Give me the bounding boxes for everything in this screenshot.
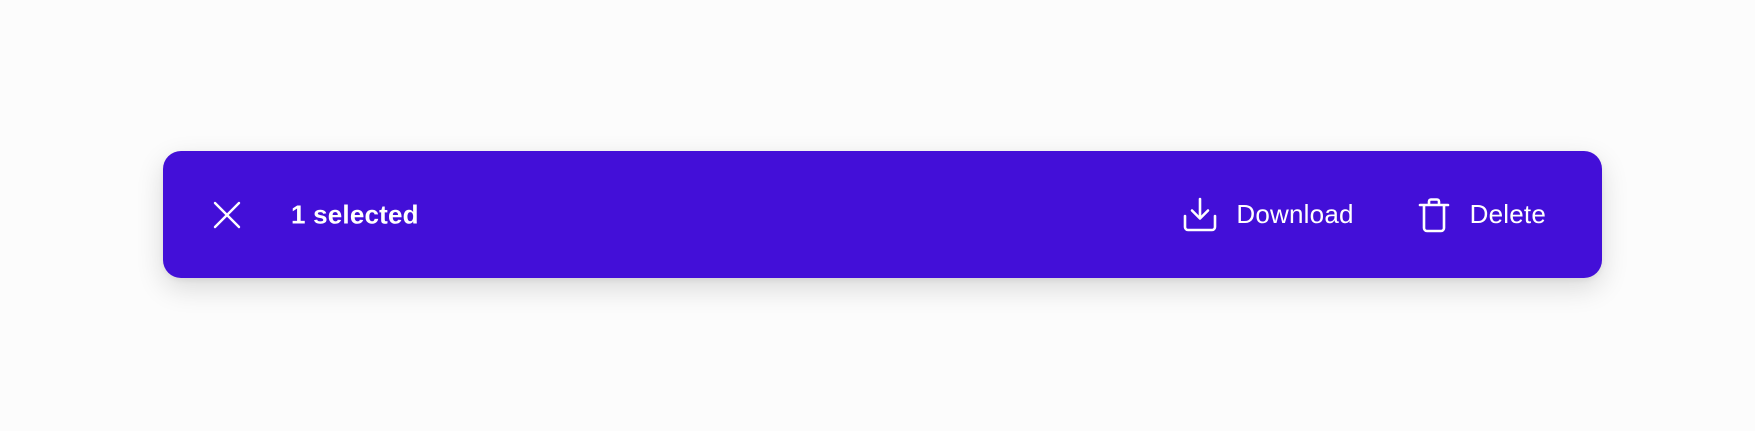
- download-icon: [1182, 197, 1218, 233]
- close-icon: [213, 201, 241, 228]
- page: 1 selected Download Delete: [0, 0, 1755, 431]
- download-label: Download: [1236, 199, 1354, 229]
- selected-count: 1 selected: [291, 199, 419, 229]
- delete-label: Delete: [1469, 199, 1546, 229]
- selection-action-bar: 1 selected Download Delete: [163, 151, 1602, 278]
- trash-icon: [1416, 197, 1452, 233]
- bulk-actions: Download Delete: [1182, 197, 1546, 233]
- download-button[interactable]: Download: [1182, 197, 1353, 233]
- clear-selection-button[interactable]: [210, 198, 244, 232]
- delete-button[interactable]: Delete: [1416, 197, 1546, 233]
